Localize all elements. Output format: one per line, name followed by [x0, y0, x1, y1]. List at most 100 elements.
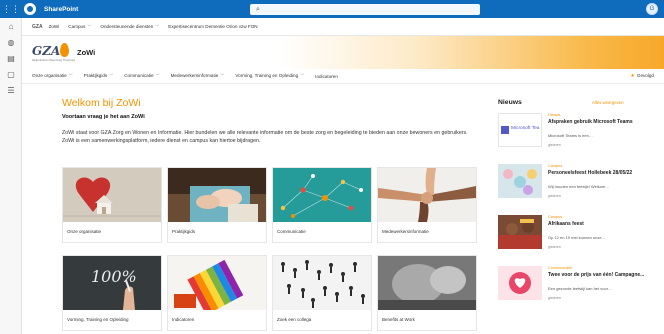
welcome-body: ZoWi staat voor GZA Zorg en Wonen en Inf… [62, 130, 468, 145]
files-icon[interactable]: ▢ [0, 66, 22, 82]
hub-item-expertisecentrum[interactable]: Expertisecentrum Dementie Orion vzw FON [168, 24, 257, 29]
tile-praktijkgids[interactable]: Praktijkgids [167, 167, 267, 243]
news-description: Een gezonde leefstijl kan het voor… [548, 286, 613, 291]
search-box[interactable]: ⌕ [250, 4, 480, 15]
lists-icon[interactable]: ☰ [0, 82, 22, 98]
tile-image [63, 168, 161, 222]
news-headline[interactable]: Afspraken gebruik Microsoft Teams [548, 119, 648, 125]
app-launcher-button[interactable]: ⋮⋮ [0, 0, 22, 18]
follow-button[interactable]: ★ Gevolgd [630, 73, 654, 79]
globe-icon[interactable]: ◍ [0, 34, 22, 50]
chevron-down-icon: ﹀ [68, 73, 73, 78]
star-icon: ★ [630, 73, 635, 79]
hub-item-ondersteunende-diensten[interactable]: Ondersteunende diensten ﹀ [100, 24, 159, 30]
news-item[interactable]: Campus Afrikaans feest Op 12 en 19 mei k… [498, 215, 658, 253]
nav-item-indicatoren[interactable]: Indicatoren [315, 74, 338, 79]
news-thumbnail [498, 164, 542, 198]
search-icon: ⌕ [256, 5, 260, 13]
news-category: Campus [548, 164, 563, 168]
home-icon[interactable]: ⌂ [0, 18, 22, 34]
tile-image [378, 256, 476, 310]
news-headline[interactable]: Personeelsfeest Hollebeek 28/05/22 [548, 170, 648, 176]
nav-item-onze-organisatie[interactable]: Onze organisatie ﹀ [32, 73, 73, 79]
nav-item-label: Medewerkersinformatie [170, 73, 219, 78]
see-all-link[interactable]: Alles weergeven [592, 100, 624, 105]
app-name[interactable]: SharePoint [44, 6, 78, 13]
tile-communicatie[interactable]: Communicatie [272, 167, 372, 243]
news-meta: gisteren [548, 143, 561, 147]
news-category: Nieuws [548, 113, 561, 117]
tile-vorming[interactable]: 100% Vorming, Training en Opleiding [62, 255, 162, 331]
tile-label: Benefits at Work [382, 317, 415, 322]
tile-image: 100% [63, 256, 161, 310]
nav-item-medewerkersinformatie[interactable]: Medewerkersinformatie ﹀ [171, 73, 225, 79]
flame-icon [60, 43, 69, 57]
tile-label: Medewerkersinformatie [382, 229, 429, 234]
news-description: Op 12 en 19 mei kunnen onze… [548, 235, 606, 240]
tile-medewerkersinformatie[interactable]: Medewerkersinformatie [377, 167, 477, 243]
app-rail: ⌂ ◍ ▤ ▢ ☰ [0, 18, 22, 334]
site-title[interactable]: ZoWi [77, 48, 95, 57]
tile-label: Indicatoren [172, 317, 195, 322]
logo-subtext: Ziekenhuizen Woonzorg Thuiszorg [32, 58, 76, 62]
chevron-down-icon: ﹀ [220, 73, 225, 78]
nav-item-label: Communicatie [124, 73, 154, 78]
news-item[interactable]: Microsoft Tea Nieuws Afspraken gebruik M… [498, 113, 658, 151]
nav-item-label: Onze organisatie [32, 73, 67, 78]
hub-item-label: Campus [68, 23, 86, 29]
hub-item-label: ZoWi [48, 24, 60, 29]
news-category: Communicatie [548, 266, 573, 270]
hub-item-label: Expertisecentrum Dementie Orion vzw FON [168, 24, 258, 29]
hub-item-campus[interactable]: Campus ﹀ [68, 24, 91, 30]
welcome-subtitle: Voortaan vraag je het aan ZoWi [62, 114, 145, 120]
chevron-down-icon: ﹀ [109, 73, 114, 78]
news-meta: gisteren [548, 296, 561, 300]
hub-navigation: GZA ZoWi Campus ﹀ Ondersteunende diensten… [22, 18, 664, 36]
news-icon[interactable]: ▤ [0, 50, 22, 66]
news-title: Nieuws [498, 99, 522, 106]
news-description: Wij houden een feestje! Welkom… [548, 184, 610, 189]
tile-label: Communicatie [277, 229, 306, 234]
chevron-down-icon: ﹀ [155, 23, 160, 29]
thumb-text: Microsoft Tea [511, 126, 540, 131]
news-item[interactable]: Campus Personeelsfeest Hollebeek 28/05/2… [498, 164, 658, 202]
tile-zoek-een-collega[interactable]: Zoek een collega [272, 255, 372, 331]
nav-item-communicatie[interactable]: Communicatie ﹀ [124, 73, 159, 79]
site-logo[interactable]: GZA Ziekenhuizen Woonzorg Thuiszorg [32, 42, 75, 64]
nav-item-vorming[interactable]: Vorming, Training en Opleiding ﹀ [235, 73, 304, 79]
tile-label: Zoek een collega [277, 317, 312, 322]
site-navigation: Onze organisatie ﹀ Praktijkgids ﹀ Communic… [22, 69, 664, 84]
chevron-down-icon: ﹀ [300, 73, 305, 78]
waffle-icon: ⋮⋮ [2, 3, 20, 14]
nav-item-praktijkgids[interactable]: Praktijkgids ﹀ [84, 73, 114, 79]
suite-bar: ⋮⋮ SharePoint ⌕ G [0, 0, 664, 18]
tile-image [378, 168, 476, 222]
logo-text: GZA [32, 44, 61, 58]
chevron-down-icon: ﹀ [87, 23, 92, 29]
news-meta: gisteren [548, 245, 561, 249]
tile-indicatoren[interactable]: Indicatoren [167, 255, 267, 331]
tile-image [168, 256, 266, 310]
news-thumbnail: Microsoft Tea [498, 113, 542, 147]
news-thumbnail [498, 215, 542, 249]
nav-item-label: Indicatoren [315, 73, 338, 79]
news-category: Campus [548, 215, 563, 219]
page-title: Welkom bij ZoWi [62, 97, 141, 109]
news-item[interactable]: Communicatie Twee voor de prijs van één!… [498, 266, 658, 304]
svg-text:100%: 100% [91, 267, 137, 286]
news-headline[interactable]: Afrikaans feest [548, 221, 648, 227]
tile-benefits-at-work[interactable]: Benefits at Work [377, 255, 477, 331]
tile-image [273, 168, 371, 222]
news-thumbnail [498, 266, 542, 300]
tile-image [168, 168, 266, 222]
tile-label: Praktijkgids [172, 229, 196, 234]
nav-item-label: Vorming, Training en Opleiding [235, 73, 299, 78]
hub-item-zowi[interactable]: ZoWi [49, 24, 60, 29]
account-avatar[interactable]: G [646, 3, 658, 15]
hub-item-label: Ondersteunende diensten [100, 23, 154, 29]
hub-logo[interactable]: GZA [32, 24, 43, 30]
news-meta: gisteren [548, 194, 561, 198]
tile-onze-organisatie[interactable]: Onze organisatie [62, 167, 162, 243]
sharepoint-logo-icon [24, 3, 36, 15]
news-headline[interactable]: Twee voor de prijs van één! Campagne... [548, 272, 648, 278]
